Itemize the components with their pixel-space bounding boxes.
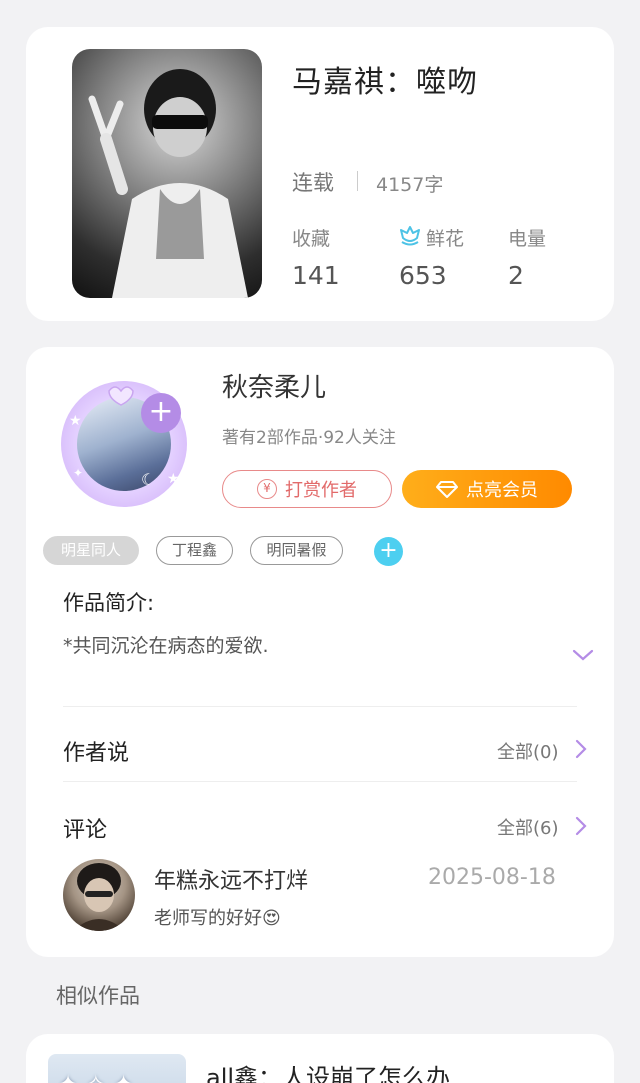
stat-label-flowers[interactable]: 鲜花	[426, 224, 464, 251]
stat-value-power: 2	[508, 261, 524, 290]
svg-text:✦: ✦	[73, 466, 83, 480]
word-count: 4157字	[376, 174, 444, 196]
author-says-label: 作者说	[63, 741, 130, 766]
tag-item[interactable]: 明同暑假	[250, 536, 343, 565]
flower-icon	[400, 226, 420, 246]
author-says-all-link[interactable]: 全部(0)	[497, 738, 559, 764]
comment-date: 2025-08-18	[428, 865, 556, 890]
chevron-right-icon[interactable]	[574, 815, 588, 837]
add-tag-button[interactable]: +	[374, 537, 403, 566]
book-info-card: 马嘉祺：噬吻 连载 4157字 收藏 141 鲜花 653 电量 2	[26, 27, 614, 321]
stat-label-power[interactable]: 电量	[508, 224, 546, 251]
activate-vip-button[interactable]: 点亮会员	[402, 470, 572, 508]
serial-status: 连载	[292, 171, 334, 195]
tip-author-label: 打赏作者	[285, 480, 357, 501]
svg-text:☾: ☾	[141, 470, 155, 489]
comments-label: 评论	[63, 818, 108, 843]
stat-value-flowers: 653	[399, 261, 447, 290]
commenter-name[interactable]: 年糕永远不打烊	[154, 863, 308, 895]
divider	[63, 706, 577, 707]
author-name[interactable]: 秋奈柔儿	[222, 367, 326, 404]
commenter-avatar[interactable]	[63, 859, 135, 931]
yen-icon: ¥	[257, 479, 277, 499]
author-meta: 著有2部作品·92人关注	[222, 428, 396, 448]
tag-item[interactable]: 明星同人	[43, 536, 139, 565]
comment-text: 老师写的好好😍	[154, 908, 281, 929]
stat-label-favorites: 收藏	[292, 228, 331, 250]
divider	[357, 171, 358, 191]
author-avatar[interactable]: ★ ✦ ★ ☾ +	[55, 367, 195, 511]
expand-chevron-down-icon[interactable]	[571, 645, 595, 665]
svg-text:★: ★	[69, 413, 82, 429]
similar-work-cover: ✦ ✧ ✦	[48, 1054, 186, 1083]
chevron-right-icon[interactable]	[574, 738, 588, 760]
intro-label: 作品简介:	[63, 591, 155, 615]
tip-author-button[interactable]: ¥ 打赏作者	[222, 470, 392, 508]
comments-all-link[interactable]: 全部(6)	[497, 814, 559, 840]
divider	[63, 781, 577, 782]
follow-plus-button[interactable]: +	[141, 393, 181, 433]
intro-text: *共同沉沦在病态的爱欲.	[63, 635, 269, 657]
book-cover-image[interactable]	[72, 49, 262, 298]
similar-work-card[interactable]: ✦ ✧ ✦ all鑫：人设崩了怎么办	[26, 1034, 614, 1083]
avatar-decoration-icon: ★ ✦ ★ ☾	[69, 386, 180, 489]
stat-value-favorites: 141	[292, 261, 340, 290]
activate-vip-label: 点亮会员	[466, 480, 538, 501]
work-detail-card: ★ ✦ ★ ☾ + 秋奈柔儿 著有2部作品·92人关注 ¥ 打赏作者 点亮会员 …	[26, 347, 614, 957]
tag-item[interactable]: 丁程鑫	[156, 536, 233, 565]
book-title: 马嘉祺：噬吻	[292, 65, 478, 100]
diamond-icon	[436, 481, 458, 498]
similar-work-title[interactable]: all鑫：人设崩了怎么办	[206, 1058, 450, 1083]
similar-works-title: 相似作品	[56, 984, 140, 1008]
svg-text:★: ★	[167, 471, 180, 487]
